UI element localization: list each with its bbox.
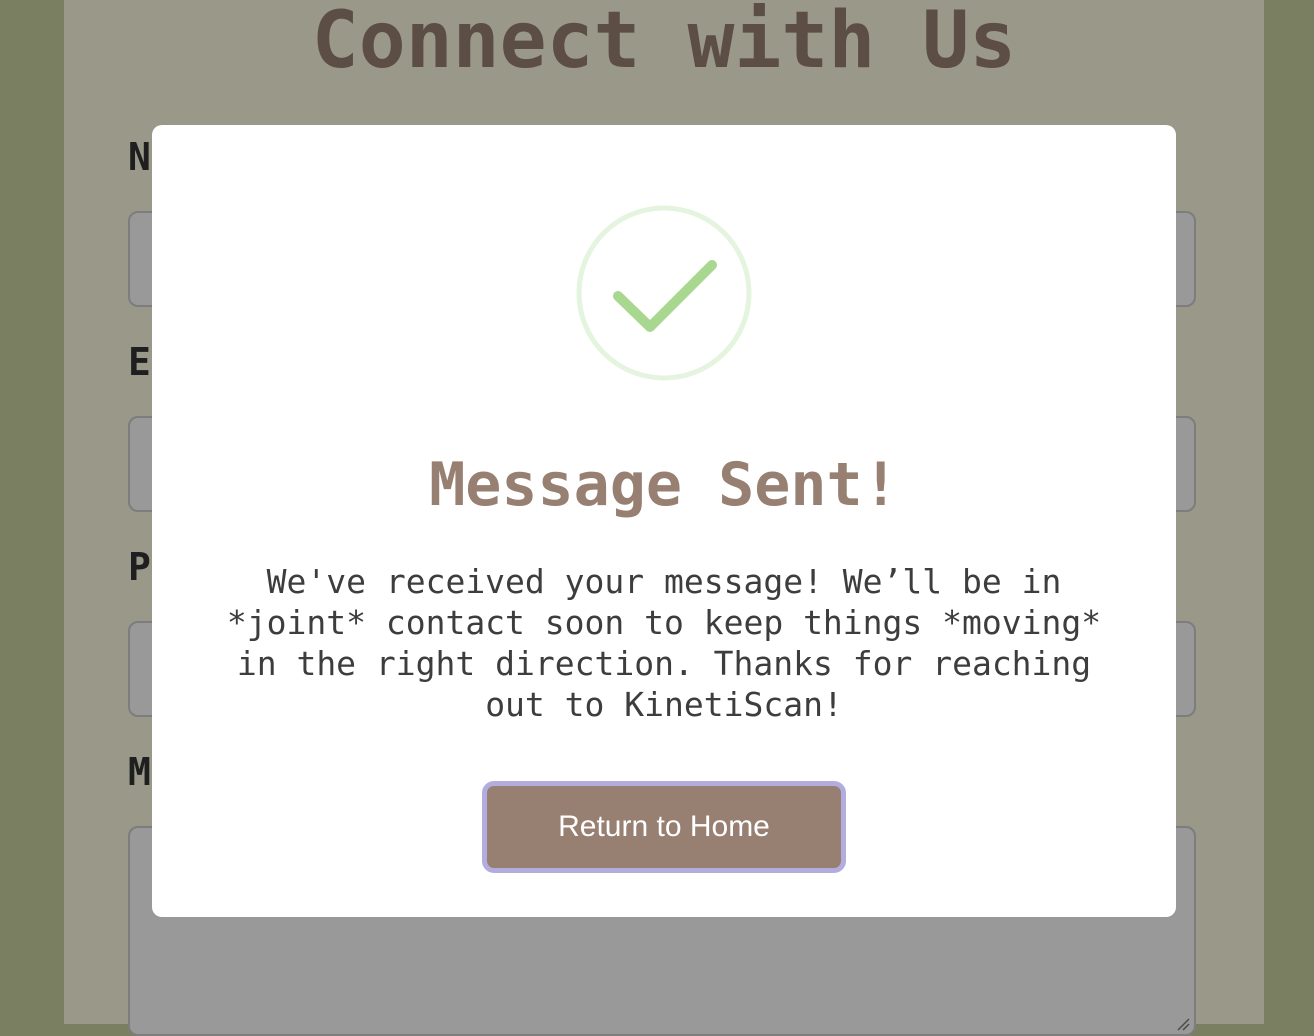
modal-title: Message Sent!	[429, 450, 899, 520]
check-circle-icon	[576, 205, 752, 381]
form-title: Connect with Us	[311, 0, 1017, 86]
resize-grip-icon[interactable]	[1176, 1017, 1190, 1031]
return-home-button[interactable]: Return to Home	[482, 781, 846, 873]
success-modal: Message Sent! We've received your messag…	[152, 125, 1176, 917]
name-field-label: N	[128, 135, 151, 179]
email-field-label: E	[128, 340, 151, 384]
modal-message: We've received your message! We’ll be in…	[226, 562, 1102, 724]
message-field-label: M	[128, 750, 151, 794]
phone-field-label: P	[128, 545, 151, 589]
